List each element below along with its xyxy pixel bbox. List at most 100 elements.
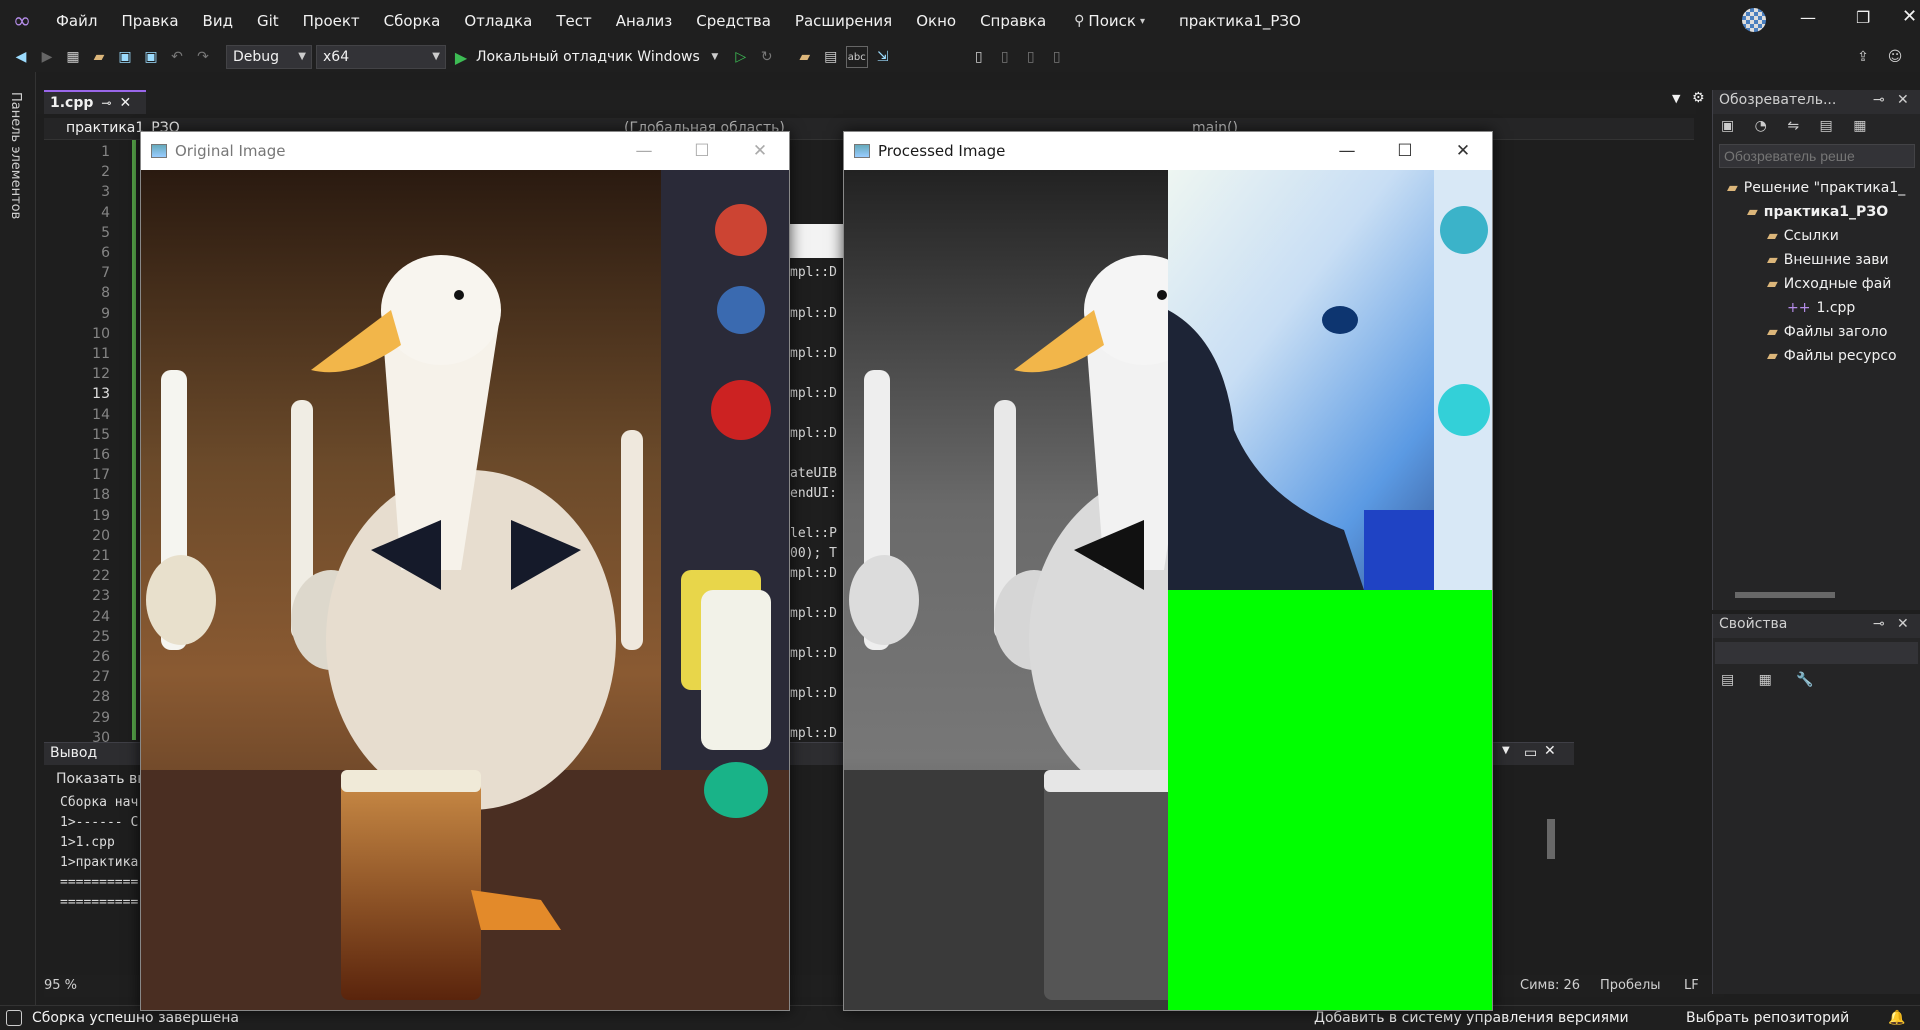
horizontal-scrollbar[interactable] bbox=[1719, 588, 1915, 602]
line-number: 25 bbox=[92, 628, 110, 645]
config-select[interactable]: Debug ▼ bbox=[226, 45, 312, 69]
menu-item[interactable]: Средства bbox=[684, 0, 783, 42]
new-project-icon[interactable]: ▦ bbox=[62, 46, 84, 68]
properties-object-select[interactable] bbox=[1715, 642, 1918, 664]
original-image-window[interactable]: Original Image — ☐ ✕ bbox=[140, 131, 790, 1011]
menu-item[interactable]: Справка bbox=[968, 0, 1058, 42]
vs-logo-icon[interactable]: ∞ bbox=[0, 9, 44, 34]
tree-item[interactable]: ▰ практика1_РЗО bbox=[1713, 200, 1920, 224]
bookmark-icon[interactable]: ▯ bbox=[968, 46, 990, 68]
minimize-button[interactable]: — bbox=[615, 132, 673, 170]
window-titlebar[interactable]: Processed Image — ☐ ✕ bbox=[844, 132, 1492, 170]
save-all-icon[interactable]: ▣ bbox=[140, 46, 162, 68]
menu-item[interactable]: Расширения bbox=[783, 0, 904, 42]
notifications-icon[interactable]: 🔔 bbox=[1888, 1010, 1905, 1026]
tab-1cpp[interactable]: 1.cpp ⊸ ✕ bbox=[44, 90, 146, 114]
tree-item[interactable]: ▰ Решение "практика1_ bbox=[1713, 176, 1920, 200]
zoom-level[interactable]: 95 % bbox=[44, 978, 77, 993]
restore-window-button[interactable]: ❐ bbox=[1856, 8, 1870, 27]
close-window-button[interactable]: ✕ bbox=[1902, 6, 1917, 27]
pin-icon[interactable]: ⊸ bbox=[1873, 92, 1885, 108]
search-icon[interactable]: ⚲ bbox=[1074, 13, 1084, 29]
indent-mode[interactable]: Пробелы bbox=[1600, 978, 1661, 993]
line-number: 28 bbox=[92, 689, 110, 706]
redo-icon[interactable]: ↷ bbox=[192, 46, 214, 68]
toolbox-strip[interactable]: Панель элементов bbox=[0, 72, 36, 1012]
chevron-down-icon[interactable]: ▼ bbox=[704, 46, 726, 68]
select-repo-button[interactable]: Выбрать репозиторий bbox=[1686, 1010, 1849, 1026]
menu-item[interactable]: Отладка bbox=[452, 0, 544, 42]
line-number: 12 bbox=[92, 366, 110, 383]
tree-item[interactable]: ▰ Файлы ресурсо bbox=[1713, 344, 1920, 368]
toolbox-label[interactable]: Панель элементов bbox=[8, 92, 23, 219]
save-icon[interactable]: ▣ bbox=[114, 46, 136, 68]
share-icon[interactable]: ⇪ bbox=[1852, 46, 1874, 68]
chevron-down-icon[interactable]: ▾ bbox=[1140, 16, 1145, 27]
chevron-down-icon[interactable]: ▼ bbox=[1502, 745, 1510, 756]
close-icon[interactable]: ✕ bbox=[1897, 92, 1909, 108]
folder-icon[interactable]: ▰ bbox=[794, 46, 816, 68]
play-icon[interactable]: ▶ bbox=[450, 46, 472, 68]
avatar[interactable] bbox=[1742, 8, 1766, 32]
tree-item[interactable]: ++ 1.cpp bbox=[1713, 296, 1920, 320]
output-scrollbar[interactable] bbox=[1544, 803, 1558, 959]
processed-image-window[interactable]: Processed Image — ☐ ✕ bbox=[843, 131, 1493, 1011]
menu-item[interactable]: Тест bbox=[544, 0, 603, 42]
spell-check-icon[interactable]: abc bbox=[845, 46, 868, 68]
menu-item[interactable]: Проект bbox=[291, 0, 372, 42]
start-without-debug-icon[interactable]: ▷ bbox=[730, 46, 752, 68]
line-ending[interactable]: LF bbox=[1684, 978, 1699, 993]
layout-icon[interactable]: ▤ bbox=[820, 46, 842, 68]
step-icon[interactable]: ⇲ bbox=[872, 46, 894, 68]
bookmark-prev-icon[interactable]: ▯ bbox=[994, 46, 1016, 68]
pin-icon[interactable]: ⊸ bbox=[101, 96, 111, 110]
folder-icon: ▰ bbox=[1727, 180, 1738, 196]
search-button[interactable]: Поиск bbox=[1084, 12, 1140, 30]
scrollbar-thumb[interactable] bbox=[1547, 819, 1555, 859]
run-debugger-button[interactable]: Локальный отладчик Windows bbox=[476, 49, 700, 65]
menu-item[interactable]: Анализ bbox=[604, 0, 685, 42]
minimize-button[interactable]: — bbox=[1318, 132, 1376, 170]
platform-select[interactable]: x64 ▼ bbox=[316, 45, 446, 69]
back-icon[interactable]: ◀ bbox=[10, 46, 32, 68]
solution-search-input[interactable] bbox=[1719, 144, 1915, 168]
menu-item[interactable]: Файл bbox=[44, 0, 109, 42]
menu-item[interactable]: Git bbox=[245, 0, 291, 42]
properties-title[interactable]: Свойства ⊸ ✕ bbox=[1713, 614, 1920, 638]
menu-item[interactable]: Сборка bbox=[372, 0, 453, 42]
undo-icon[interactable]: ↶ bbox=[166, 46, 188, 68]
source-control-button[interactable]: Добавить в систему управления версиями bbox=[1314, 1010, 1629, 1026]
window-titlebar[interactable]: Original Image — ☐ ✕ bbox=[141, 132, 789, 170]
bookmark-next-icon[interactable]: ▯ bbox=[1020, 46, 1042, 68]
column-indicator[interactable]: Симв: 26 bbox=[1520, 978, 1580, 993]
tree-item[interactable]: ▰ Внешние зави bbox=[1713, 248, 1920, 272]
close-icon[interactable]: ✕ bbox=[1544, 743, 1556, 759]
solution-explorer-title[interactable]: Обозреватель... ⊸ ✕ bbox=[1713, 90, 1920, 114]
feedback-icon[interactable]: ☺ bbox=[1884, 46, 1906, 68]
open-folder-icon[interactable]: ▰ bbox=[88, 46, 110, 68]
tree-item[interactable]: ▰ Ссылки bbox=[1713, 224, 1920, 248]
menu-item[interactable]: Вид bbox=[191, 0, 245, 42]
minimize-window-button[interactable]: — bbox=[1800, 8, 1816, 27]
window-title: Original Image bbox=[175, 142, 286, 160]
close-icon[interactable]: ✕ bbox=[119, 95, 131, 111]
maximize-button[interactable]: ☐ bbox=[1376, 132, 1434, 170]
scrollbar-thumb[interactable] bbox=[1735, 592, 1835, 598]
green-fill-region bbox=[1168, 590, 1492, 1010]
pin-icon[interactable]: ⊸ bbox=[1873, 616, 1885, 632]
menu-item[interactable]: Правка bbox=[109, 0, 190, 42]
tab-list-chevron-icon[interactable]: ▼ bbox=[1672, 92, 1680, 105]
tree-item[interactable]: ▰ Файлы заголо bbox=[1713, 320, 1920, 344]
code-fragment: mpl::D bbox=[790, 646, 837, 661]
close-icon[interactable]: ✕ bbox=[1897, 616, 1909, 632]
gear-icon[interactable]: ⚙ bbox=[1692, 90, 1705, 106]
hot-reload-icon[interactable]: ↻ bbox=[756, 46, 778, 68]
maximize-button[interactable]: ☐ bbox=[673, 132, 731, 170]
maximize-icon[interactable]: ▭ bbox=[1524, 745, 1537, 761]
bookmark-clear-icon[interactable]: ▯ bbox=[1046, 46, 1068, 68]
menu-item[interactable]: Окно bbox=[904, 0, 968, 42]
tree-item[interactable]: ▰ Исходные фай bbox=[1713, 272, 1920, 296]
forward-icon[interactable]: ▶ bbox=[36, 46, 58, 68]
close-button[interactable]: ✕ bbox=[1434, 132, 1492, 170]
close-button[interactable]: ✕ bbox=[731, 132, 789, 170]
